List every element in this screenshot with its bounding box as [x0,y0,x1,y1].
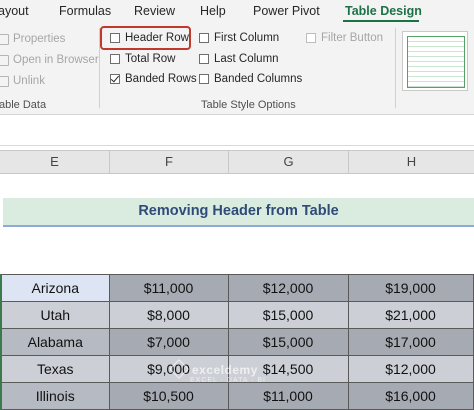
tab-review[interactable]: Review [134,4,175,18]
open-in-browser-label: Open in Browser [13,54,99,66]
filter-button-label: Filter Button [321,32,383,44]
column-header-e[interactable]: E [0,151,110,173]
table-row: Arizona $11,000 $12,000 $19,000 [0,274,474,302]
state-cell[interactable]: Illinois [0,382,110,410]
tab-power-pivot[interactable]: Power Pivot [253,4,320,18]
formula-bar[interactable] [0,115,474,146]
last-column-option[interactable]: Last Column [199,53,279,65]
value-cell-h[interactable]: $12,000 [347,355,474,383]
last-column-label: Last Column [214,53,279,65]
banded-columns-label: Banded Columns [214,73,303,85]
table-row: Utah $8,000 $15,000 $21,000 [0,301,474,329]
total-row-label: Total Row [125,53,176,65]
banded-rows-checkbox[interactable] [110,74,120,84]
unlink-label: Unlink [13,75,45,87]
banded-rows-option[interactable]: Banded Rows [110,73,197,85]
sheet-title: Removing Header from Table [3,198,474,227]
total-row-checkbox[interactable] [110,54,120,64]
header-row-highlight [100,26,191,50]
value-cell-f[interactable]: $10,500 [108,382,229,410]
value-cell-h[interactable]: $16,000 [347,382,474,410]
ribbon-tab-bar: ayout Formulas Review Help Power Pivot T… [0,0,474,22]
state-cell[interactable]: Texas [0,355,110,383]
filter-button-option[interactable]: Filter Button [306,32,383,44]
exceldemy-logo-icon [169,359,189,379]
browser-icon [0,54,9,66]
first-column-checkbox[interactable] [199,33,209,43]
first-column-option[interactable]: First Column [199,32,279,44]
value-cell-g[interactable]: $12,000 [227,274,349,302]
group-separator [395,28,396,108]
banded-rows-label: Banded Rows [125,73,197,85]
value-cell-f[interactable]: $8,000 [108,301,229,329]
data-table: Arizona $11,000 $12,000 $19,000 Utah $8,… [0,274,474,410]
value-cell-h[interactable]: $19,000 [347,274,474,302]
table-row: Illinois $10,500 $11,000 $16,000 [0,382,474,410]
external-table-data-group-label: able Data [0,99,47,111]
unlink-button[interactable]: Unlink [0,75,45,87]
value-cell-g[interactable]: $15,000 [227,301,349,329]
state-cell[interactable]: Utah [0,301,110,329]
value-cell-h[interactable]: $21,000 [347,301,474,329]
properties-icon [0,33,9,45]
banded-columns-option[interactable]: Banded Columns [199,73,302,85]
total-row-option[interactable]: Total Row [110,53,176,65]
value-cell-f[interactable]: $7,000 [108,328,229,356]
last-column-checkbox[interactable] [199,54,209,64]
tab-page-layout[interactable]: ayout [0,4,29,18]
filter-button-checkbox[interactable] [306,33,316,43]
value-cell-f[interactable]: $11,000 [108,274,229,302]
first-column-label: First Column [214,32,280,44]
column-header-bar: E F G H [0,150,474,174]
tab-formulas[interactable]: Formulas [59,4,111,18]
watermark-tagline: EXCEL · DATA · BI [190,377,266,384]
column-header-f[interactable]: F [110,151,229,173]
value-cell-h[interactable]: $17,000 [347,328,474,356]
table-style-options-group-label: Table Style Options [201,99,296,111]
value-cell-g[interactable]: $11,000 [227,382,349,410]
properties-label: Properties [13,33,66,45]
table-style-swatch[interactable] [407,36,465,88]
open-in-browser-button[interactable]: Open in Browser [0,54,99,66]
column-header-h[interactable]: H [349,151,474,173]
unlink-icon [0,75,9,87]
properties-button[interactable]: Properties [0,33,65,45]
watermark: exceldemy EXCEL · DATA · BI [169,359,266,384]
column-header-g[interactable]: G [229,151,349,173]
ribbon-panel: Properties Open in Browser Unlink able D… [0,22,474,115]
table-styles-gallery[interactable] [402,31,468,91]
tab-table-design[interactable]: Table Design [345,4,422,18]
tab-help[interactable]: Help [200,4,226,18]
watermark-name: exceldemy [192,363,258,377]
table-row: Alabama $7,000 $15,000 $17,000 [0,328,474,356]
state-cell[interactable]: Arizona [0,274,110,302]
state-cell[interactable]: Alabama [0,328,110,356]
value-cell-g[interactable]: $15,000 [227,328,349,356]
banded-columns-checkbox[interactable] [199,74,209,84]
